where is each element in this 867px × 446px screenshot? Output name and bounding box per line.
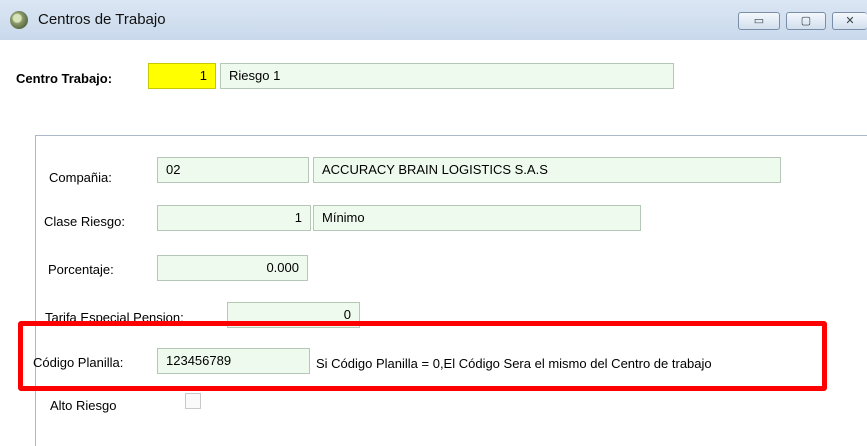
codigo-planilla-label: Código Planilla: (33, 355, 124, 370)
minimize-button[interactable]: ▭ (738, 12, 780, 30)
codigo-planilla-input[interactable]: 123456789 (157, 348, 310, 374)
porcentaje-input[interactable]: 0.000 (157, 255, 308, 281)
app-icon (10, 11, 28, 29)
codigo-planilla-note: Si Código Planilla = 0,El Código Sera el… (316, 356, 712, 371)
close-button[interactable]: ✕ (832, 12, 867, 30)
maximize-button[interactable]: ▢ (786, 12, 826, 30)
close-icon: ✕ (845, 15, 855, 27)
alto-riesgo-label: Alto Riesgo (50, 398, 117, 413)
porcentaje-label: Porcentaje: (48, 262, 114, 277)
maximize-icon: ▢ (800, 15, 812, 27)
compania-name-input[interactable]: ACCURACY BRAIN LOGISTICS S.A.S (313, 157, 781, 183)
compania-label: Compañia: (49, 170, 112, 185)
centro-trabajo-code-input[interactable]: 1 (148, 63, 216, 89)
clase-riesgo-name-input[interactable]: Mínimo (313, 205, 641, 231)
clase-riesgo-code-input[interactable]: 1 (157, 205, 311, 231)
centro-trabajo-label: Centro Trabajo: (16, 71, 113, 86)
title-bar: Centros de Trabajo ▭ ▢ ✕ (0, 0, 867, 40)
minimize-icon: ▭ (753, 15, 765, 27)
centro-trabajo-name-input[interactable]: Riesgo 1 (220, 63, 674, 89)
clase-riesgo-label: Clase Riesgo: (44, 214, 125, 229)
compania-code-input[interactable]: 02 (157, 157, 309, 183)
alto-riesgo-checkbox[interactable] (185, 393, 201, 409)
window-title: Centros de Trabajo (38, 11, 166, 28)
